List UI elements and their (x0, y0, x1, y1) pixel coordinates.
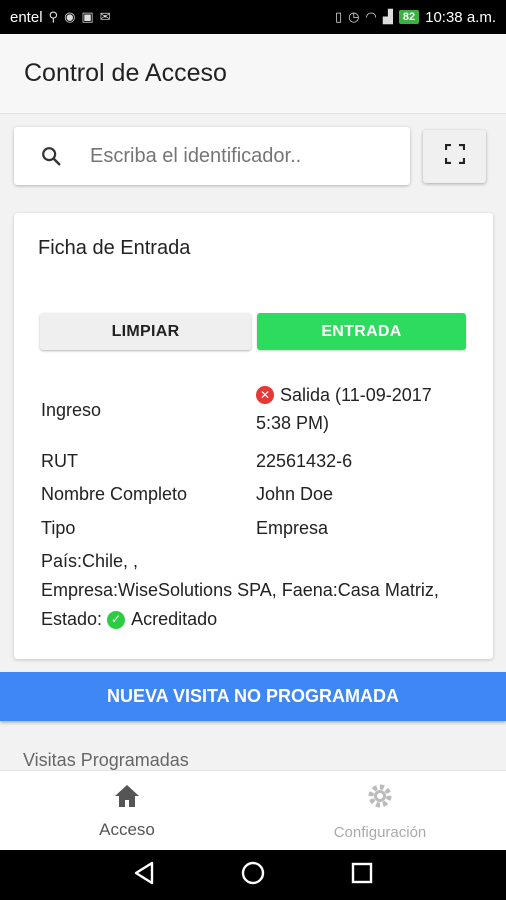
home-icon (113, 783, 141, 814)
gear-icon (365, 781, 395, 816)
details-block: País:Chile, , Empresa:WiseSolutions SPA,… (41, 547, 481, 634)
row-label-tipo: Tipo (41, 518, 76, 538)
back-triangle-icon[interactable] (133, 861, 155, 890)
page-title: Control de Acceso (24, 59, 227, 87)
clock: 10:38 a.m. (425, 8, 496, 26)
recents-square-icon[interactable] (351, 862, 373, 889)
nav-label-access: Acceso (99, 819, 155, 839)
status-right: ▯ ◷ ◠ ▟ 82 10:38 a.m. (335, 9, 496, 26)
search-icon (40, 145, 62, 167)
nav-item-access[interactable]: Acceso (62, 771, 192, 851)
image-icon: ▣ (81, 9, 94, 24)
new-unscheduled-visit-button[interactable]: NUEVA VISITA NO PROGRAMADA (0, 672, 506, 721)
row-label-ingreso: Ingreso (41, 400, 102, 420)
whatsapp-icon: ◉ (64, 9, 76, 24)
ingreso-value-text: Salida (11-09-2017 5:38 PM) (256, 385, 432, 433)
bottom-nav: Acceso Configuración (0, 770, 506, 850)
wifi-icon: ◠ (365, 9, 377, 24)
nav-item-config[interactable]: Configuración (315, 771, 445, 851)
entry-card: Ficha de Entrada LIMPIAR ENTRADA Ingreso… (14, 213, 493, 659)
clear-button[interactable]: LIMPIAR (40, 313, 251, 350)
alarm-icon: ◷ (348, 9, 360, 24)
scan-button[interactable] (423, 130, 486, 183)
vibrate-icon: ▯ (335, 9, 343, 24)
card-title: Ficha de Entrada (38, 237, 191, 259)
check-circle-icon: ✓ (107, 610, 126, 629)
row-value-ingreso: ✕ Salida (11-09-2017 5:38 PM) (256, 381, 466, 437)
home-circle-icon[interactable] (240, 860, 266, 891)
nav-label-config: Configuración (333, 824, 427, 841)
search-box[interactable] (14, 127, 410, 185)
row-label-nombre: Nombre Completo (41, 484, 188, 504)
battery-indicator: 82 (398, 10, 420, 24)
entry-button[interactable]: ENTRADA (257, 313, 466, 350)
row-value-tipo: Empresa (256, 518, 329, 538)
carrier-name: entel (10, 8, 43, 26)
details-country: País:Chile, , (41, 551, 139, 571)
mail-icon: ✉ (99, 9, 111, 24)
system-nav-bar (0, 850, 506, 900)
exit-status-icon: ✕ (256, 386, 274, 404)
row-label-rut: RUT (41, 451, 78, 471)
row-value-rut: 22561432-6 (256, 451, 353, 471)
scheduled-visits-heading: Visitas Programadas (23, 750, 189, 770)
details-company: Empresa:WiseSolutions SPA, Faena:Casa Ma… (41, 580, 439, 600)
app-bar: Control de Acceso (0, 34, 506, 114)
status-bar: entel ⚲ ◉ ▣ ✉ ▯ ◷ ◠ ▟ 82 10:38 a.m. (0, 0, 506, 34)
estado-value: Acreditado (131, 609, 218, 629)
estado-label: Estado: (41, 609, 103, 629)
fullscreen-scan-icon (444, 143, 465, 169)
usb-icon: ⚲ (48, 9, 59, 24)
search-input[interactable] (90, 144, 390, 168)
row-value-nombre: John Doe (256, 484, 334, 504)
details-estado: Estado: ✓ Acreditado (41, 605, 481, 634)
signal-icon: ▟ (382, 9, 393, 24)
status-left: entel ⚲ ◉ ▣ ✉ (10, 9, 111, 26)
